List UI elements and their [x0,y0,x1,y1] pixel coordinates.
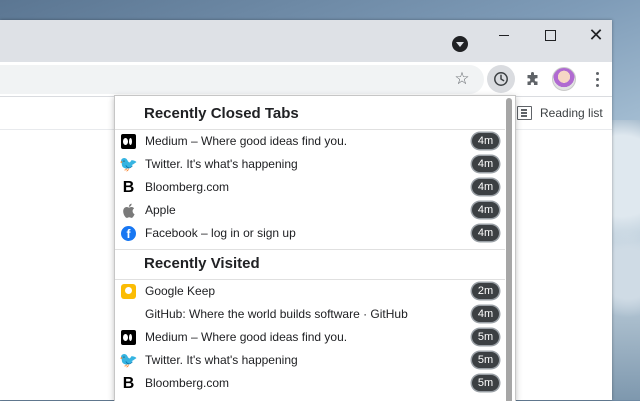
item-title: GitHub: Where the world builds software … [145,307,408,321]
item-title: Google Keep [145,284,216,298]
recently-closed-title: Recently Closed Tabs [144,105,299,122]
scrollbar-thumb[interactable] [506,98,512,401]
extensions-button[interactable] [519,65,547,93]
medium-icon [121,330,136,345]
maximize-button[interactable] [527,20,573,50]
section-divider [115,249,505,250]
github-icon [121,307,136,322]
recently-visited-item[interactable]: B Bloomberg.com 5m [115,372,505,395]
time-badge: 4m [472,225,499,241]
time-badge: 4m [472,202,499,218]
recently-visited-title: Recently Visited [144,255,260,272]
profile-button[interactable] [550,65,578,93]
recently-visited-item[interactable]: Medium – Where good ideas find you. 5m [115,326,505,349]
time-badge: 4m [472,133,499,149]
close-icon: ✕ [588,25,604,45]
recently-visited-item[interactable]: GitHub: Where the world builds software … [115,303,505,326]
medium-icon [121,134,136,149]
reading-list-label: Reading list [540,106,603,120]
recently-visited-item[interactable]: Google Keep 2m [115,280,505,303]
bloomberg-icon: B [122,179,135,196]
toolbar: ☆ [0,62,612,97]
recently-closed-item[interactable]: f Facebook – log in or sign up 4m [115,222,505,245]
recently-closed-item[interactable]: B Bloomberg.com 4m [115,176,505,199]
clock-icon [494,72,508,86]
item-title: Facebook – log in or sign up [145,226,296,240]
item-title: Bloomberg.com [145,376,230,390]
maximize-icon [544,29,556,41]
facebook-icon: f [121,226,136,241]
recently-closed-item[interactable]: 🐦 Twitter. It's what's happening 4m [115,153,505,176]
time-badge: 4m [472,179,499,195]
title-bar: ✕ [0,20,612,62]
item-title: Apple [145,203,176,217]
time-badge: 4m [472,306,499,322]
item-title: Twitter. It's what's happening [145,157,298,171]
time-badge: 4m [472,156,499,172]
recently-visited-item[interactable]: 🐦 Twitter. It's what's happening 5m [115,349,505,372]
time-badge: 5m [472,375,499,391]
puzzle-icon [527,72,538,85]
google-keep-icon [121,284,136,299]
item-title: Medium – Where good ideas find you. [145,134,348,148]
reading-list-icon [517,106,532,120]
twitter-icon: 🐦 [119,156,138,173]
time-badge: 5m [472,329,499,345]
desktop-wallpaper-detail [610,120,640,400]
browser-menu-button[interactable] [583,65,611,93]
bookmark-star-icon[interactable]: ☆ [452,69,472,89]
recently-closed-item[interactable]: Apple 4m [115,199,505,222]
item-title: Medium – Where good ideas find you. [145,330,348,344]
kebab-menu-icon [595,71,599,87]
time-badge: 5m [472,352,499,368]
minimize-icon [499,34,509,36]
avatar [552,67,576,91]
history-dropdown: Recently Closed Tabs Medium – Where good… [114,95,516,401]
close-button[interactable]: ✕ [573,20,619,50]
time-badge: 2m [472,283,499,299]
apple-icon [121,203,136,218]
item-title: Twitter. It's what's happening [145,353,298,367]
address-bar[interactable]: ☆ [0,65,484,94]
history-button[interactable] [487,65,515,93]
bloomberg-icon: B [122,375,135,392]
minimize-button[interactable] [481,20,527,50]
recently-closed-item[interactable]: Medium – Where good ideas find you. 4m [115,130,505,153]
reading-list-button[interactable]: Reading list [517,103,603,123]
tab-search-icon[interactable] [452,36,468,52]
twitter-icon: 🐦 [119,352,138,369]
item-title: Bloomberg.com [145,180,230,194]
